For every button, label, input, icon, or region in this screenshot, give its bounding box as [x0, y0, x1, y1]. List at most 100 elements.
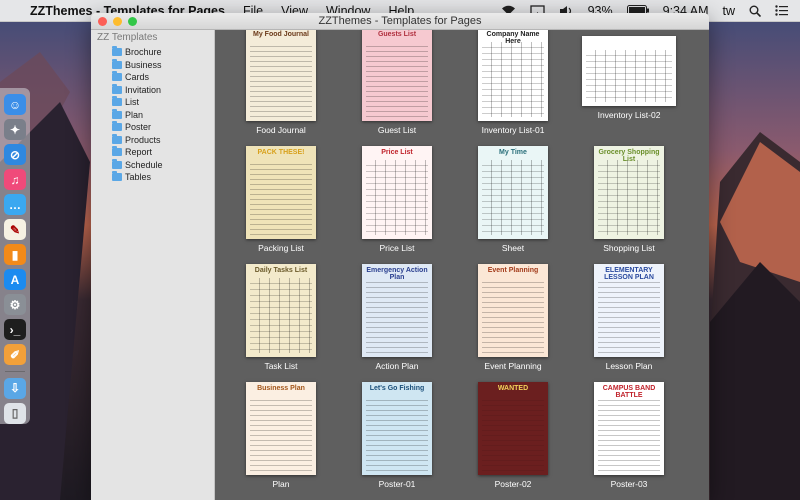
dock-separator — [5, 371, 25, 372]
template-tile[interactable]: Event Planning Event Planning — [455, 264, 571, 371]
sidebar-item-label: Business — [125, 59, 162, 70]
template-thumbnail[interactable]: ELEMENTARY LESSON PLAN — [594, 264, 664, 357]
terminal-icon[interactable]: ›_ — [4, 319, 26, 340]
sidebar-item-label: Plan — [125, 109, 144, 120]
sidebar-item-cards[interactable]: Cards — [91, 71, 214, 84]
template-tile[interactable]: Price List Price List — [339, 146, 455, 253]
template-tile[interactable]: My Food Journal Food Journal — [223, 30, 339, 135]
template-thumbnail[interactable]: Business Plan — [246, 382, 316, 475]
template-label: Poster-02 — [494, 479, 532, 489]
template-thumbnail[interactable]: Let's Go Fishing — [362, 382, 432, 475]
sidebar-item-label: Invitation — [125, 84, 162, 95]
folder-icon — [112, 121, 122, 132]
template-thumbnail[interactable]: My Time — [478, 146, 548, 239]
template-thumbnail[interactable]: My Food Journal — [246, 30, 316, 121]
sidebar-header: ZZ Templates — [97, 32, 158, 43]
sidebar-item-business[interactable]: Business — [91, 58, 214, 72]
minimize-button[interactable] — [113, 17, 122, 26]
template-thumbnail[interactable] — [582, 36, 676, 106]
sidebar-item-label: List — [125, 97, 140, 108]
template-thumbnail[interactable]: WANTED — [478, 382, 548, 475]
pages-icon[interactable]: ✐ — [4, 344, 26, 365]
ibooks-icon[interactable]: ▮ — [4, 244, 26, 265]
template-tile[interactable]: My Time Sheet — [455, 146, 571, 253]
template-tile[interactable]: WANTED Poster-02 — [455, 382, 571, 489]
sidebar-item-invitation[interactable]: Invitation — [91, 83, 214, 97]
folder-icon — [112, 58, 122, 69]
sidebar-item-poster[interactable]: Poster — [91, 121, 214, 134]
user-menu[interactable]: tw — [723, 4, 736, 18]
sidebar-item-products[interactable]: Products — [91, 133, 214, 147]
thumbnail-content — [366, 396, 428, 471]
close-button[interactable] — [98, 17, 107, 26]
template-thumbnail[interactable]: CAMPUS BAND BATTLE — [594, 382, 664, 475]
zoom-button[interactable] — [128, 17, 137, 26]
sidebar-item-list[interactable]: List — [91, 96, 214, 109]
template-tile[interactable]: Grocery Shopping List Shopping List — [571, 146, 687, 253]
thumbnail-title: Price List — [381, 149, 413, 156]
thumbnail-content — [482, 278, 544, 353]
system-preferences-icon[interactable]: ⚙ — [4, 294, 26, 315]
template-tile[interactable]: Inventory List-02 — [571, 30, 687, 120]
sidebar-item-label: Schedule — [125, 159, 163, 170]
template-thumbnail[interactable]: Emergency Action Plan — [362, 264, 432, 357]
launchpad-icon[interactable]: ✦ — [4, 119, 26, 140]
finder-icon[interactable]: ☺ — [4, 94, 26, 115]
template-thumbnail[interactable]: Event Planning — [478, 264, 548, 357]
safari-icon[interactable]: ⊘ — [4, 144, 26, 165]
template-thumbnail[interactable]: Grocery Shopping List — [594, 146, 664, 239]
template-label: Inventory List-02 — [597, 110, 661, 120]
template-label: Packing List — [258, 243, 304, 253]
notes-icon[interactable]: ✎ — [4, 219, 26, 240]
sidebar-item-label: Cards — [125, 72, 150, 83]
downloads-folder-icon[interactable]: ⇩ — [4, 377, 26, 399]
template-tile[interactable]: Business Plan Plan — [223, 382, 339, 489]
thumbnail-content — [482, 396, 544, 471]
sidebar-item-brochure[interactable]: Brochure — [91, 46, 214, 59]
template-label: Food Journal — [256, 125, 306, 135]
thumbnail-content — [250, 42, 312, 117]
template-tile[interactable]: PACK THESE! Packing List — [223, 146, 339, 253]
template-thumbnail[interactable]: Company Name Here — [478, 30, 548, 121]
notification-center-icon[interactable] — [775, 5, 788, 16]
template-tile[interactable]: Daily Tasks List Task List — [223, 264, 339, 371]
thumbnail-content — [250, 160, 312, 235]
template-gallery[interactable]: My Food Journal Food Journal Guests List Gu… — [215, 30, 709, 500]
thumbnail-content — [482, 160, 544, 235]
thumbnail-content — [250, 396, 312, 471]
template-tile[interactable]: Company Name Here Inventory List-01 — [455, 30, 571, 135]
template-tile[interactable]: Guests List Guest List — [339, 30, 455, 135]
spotlight-search-icon[interactable] — [749, 5, 761, 17]
template-label: Guest List — [377, 125, 417, 135]
app-store-icon[interactable]: A — [4, 269, 26, 290]
template-tile[interactable]: Let's Go Fishing Poster-01 — [339, 382, 455, 489]
thumbnail-content — [598, 396, 660, 471]
template-thumbnail[interactable]: Guests List — [362, 30, 432, 121]
sidebar-item-plan[interactable]: Plan — [91, 108, 214, 122]
sidebar-item-label: Products — [125, 134, 161, 145]
sidebar: ZZ Templates Brochure Business Cards Invita… — [91, 30, 215, 500]
itunes-icon[interactable]: ♫ — [4, 169, 26, 190]
sidebar-item-tables[interactable]: Tables — [91, 171, 214, 184]
folder-icon — [112, 108, 122, 119]
sidebar-item-label: Brochure — [125, 47, 162, 58]
window-title: ZZThemes - Templates for Pages — [318, 15, 482, 27]
sidebar-item-label: Tables — [125, 172, 152, 183]
sidebar-item-schedule[interactable]: Schedule — [91, 158, 214, 172]
sidebar-item-report[interactable]: Report — [91, 146, 214, 159]
template-thumbnail[interactable]: Price List — [362, 146, 432, 239]
template-thumbnail[interactable]: PACK THESE! — [246, 146, 316, 239]
thumbnail-title: Daily Tasks List — [254, 267, 308, 274]
thumbnail-title — [582, 36, 676, 39]
template-thumbnail[interactable]: Daily Tasks List — [246, 264, 316, 357]
template-label: Action Plan — [375, 361, 419, 371]
thumbnail-title: PACK THESE! — [257, 149, 305, 156]
template-tile[interactable]: Emergency Action Plan Action Plan — [339, 264, 455, 371]
messages-icon[interactable]: … — [4, 194, 26, 215]
template-label: Sheet — [501, 243, 525, 253]
template-tile[interactable]: ELEMENTARY LESSON PLAN Lesson Plan — [571, 264, 687, 371]
trash-icon[interactable]: ▯ — [4, 402, 26, 424]
template-label: Inventory List-01 — [481, 125, 545, 135]
template-tile[interactable]: CAMPUS BAND BATTLE Poster-03 — [571, 382, 687, 489]
title-bar[interactable]: ZZThemes - Templates for Pages — [91, 13, 709, 30]
